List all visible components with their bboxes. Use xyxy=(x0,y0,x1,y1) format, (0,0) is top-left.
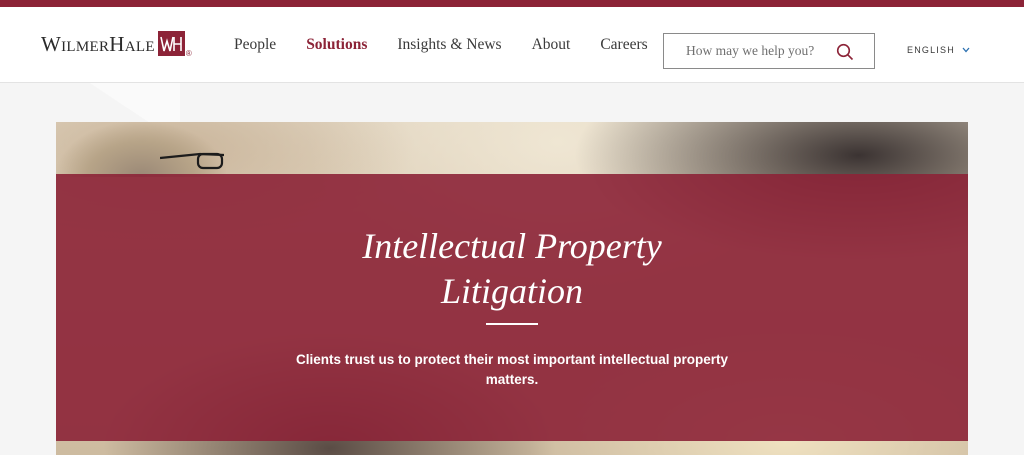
language-selector[interactable]: ENGLISH xyxy=(907,45,970,55)
search-box xyxy=(663,33,875,69)
nav-item-people[interactable]: People xyxy=(234,35,276,55)
top-accent-bar xyxy=(0,0,1024,7)
registered-mark: ® xyxy=(185,49,192,58)
hero-subtitle: Clients trust us to protect their most i… xyxy=(295,352,729,387)
logo-monogram-icon xyxy=(157,31,185,56)
page-title: Intellectual Property Litigation xyxy=(56,224,968,314)
title-divider xyxy=(486,323,538,325)
page-title-line-2: Litigation xyxy=(440,271,584,311)
search-icon[interactable] xyxy=(836,43,854,61)
eyeglasses-icon xyxy=(160,152,224,170)
main-nav: People Solutions Insights & News About C… xyxy=(234,35,678,55)
nav-item-solutions[interactable]: Solutions xyxy=(306,35,367,55)
wilmerhale-logo[interactable]: WilmerHale ® xyxy=(41,31,192,61)
search-input[interactable] xyxy=(674,34,824,68)
nav-item-about[interactable]: About xyxy=(532,35,571,55)
logo-wordmark: WilmerHale xyxy=(41,32,155,56)
site-header: WilmerHale ® People Solutions Insights &… xyxy=(0,7,1024,83)
nav-item-insights-news[interactable]: Insights & News xyxy=(397,35,501,55)
page-title-line-1: Intellectual Property xyxy=(362,226,662,266)
language-label: ENGLISH xyxy=(907,45,955,55)
nav-item-careers[interactable]: Careers xyxy=(600,35,647,55)
chevron-down-icon xyxy=(962,47,970,53)
